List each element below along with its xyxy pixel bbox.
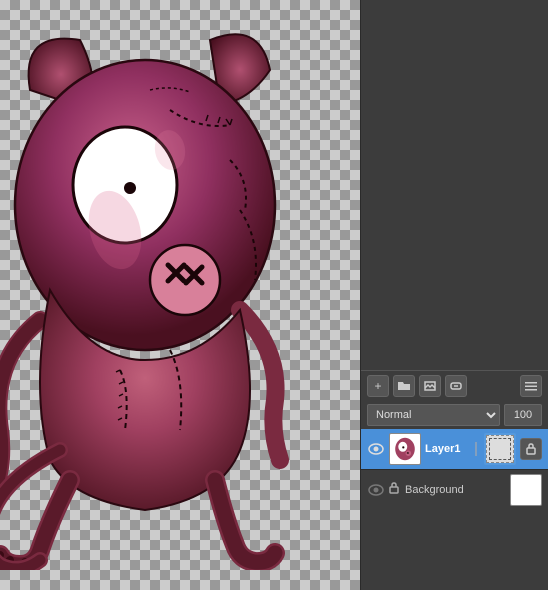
- cat-illustration: [0, 10, 350, 570]
- layer1-lock-button[interactable]: [520, 438, 542, 460]
- background-layer-row[interactable]: Background: [361, 469, 548, 509]
- layer1-name: Layer1: [425, 443, 468, 455]
- add-layer-button[interactable]: +: [367, 375, 389, 397]
- layer1-chain: [472, 440, 480, 458]
- background-visibility-button[interactable]: [367, 481, 385, 499]
- opacity-input[interactable]: [504, 404, 542, 426]
- canvas-area: [0, 0, 360, 590]
- layers-section: + Normal Multiply Screen Overlay: [361, 370, 548, 590]
- layers-panel: + Normal Multiply Screen Overlay: [360, 0, 548, 590]
- blend-mode-row: Normal Multiply Screen Overlay: [361, 401, 548, 429]
- layers-toolbar: +: [361, 370, 548, 401]
- image-button[interactable]: [419, 375, 441, 397]
- background-layer-name: Background: [405, 484, 506, 496]
- layer1-mask-thumbnail: [484, 433, 516, 465]
- link-button[interactable]: [445, 375, 467, 397]
- layer1-visibility-button[interactable]: [367, 440, 385, 458]
- menu-button[interactable]: [520, 375, 542, 397]
- panel-top-space: [361, 0, 548, 370]
- folder-button[interactable]: [393, 375, 415, 397]
- blend-mode-select[interactable]: Normal Multiply Screen Overlay: [367, 404, 500, 426]
- background-lock-icon: [389, 482, 399, 497]
- layer1-thumbnail: [389, 433, 421, 465]
- layer1-row[interactable]: Layer1: [361, 429, 548, 469]
- background-thumbnail: [510, 474, 542, 506]
